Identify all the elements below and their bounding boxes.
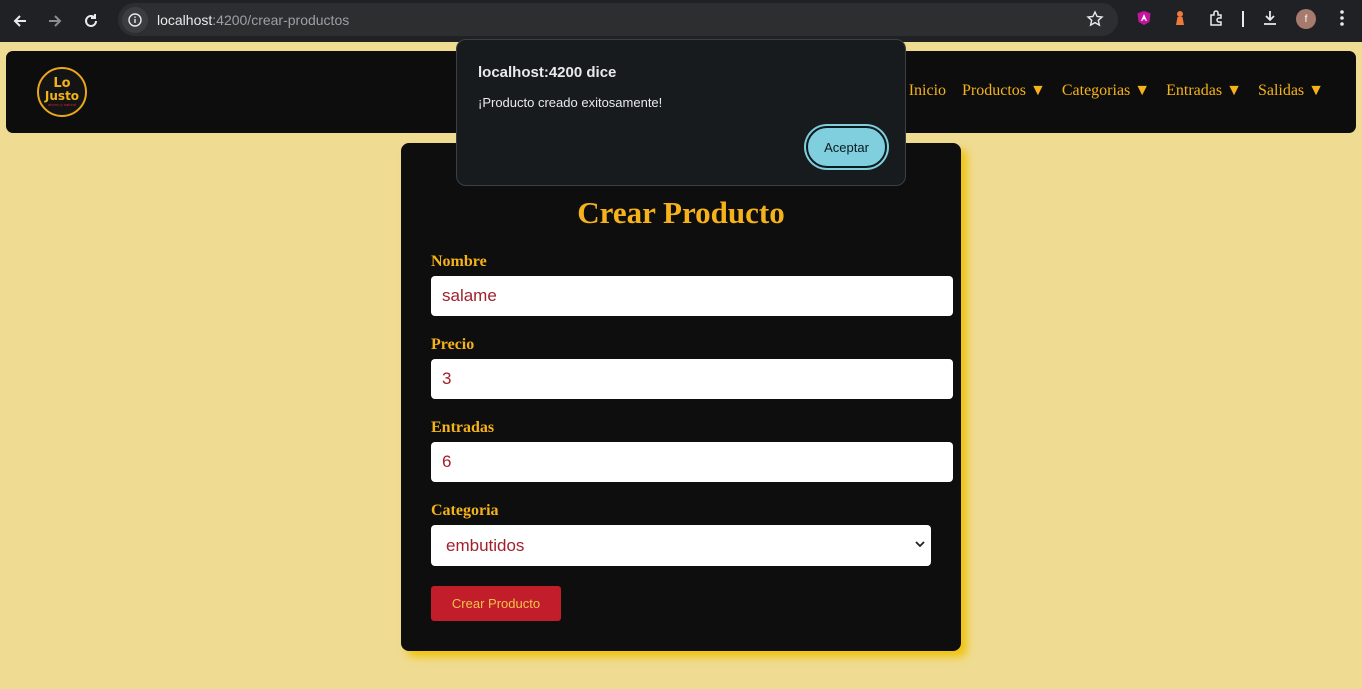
more-menu-icon[interactable] [1331,7,1353,29]
nav-item-inicio[interactable]: Inicio [909,82,946,100]
alert-dialog: localhost:4200 dice ¡Producto creado exi… [456,39,906,186]
nombre-input[interactable]: salame [431,276,953,316]
site-info-icon[interactable] [122,6,148,33]
categoria-select[interactable]: embutidos [431,525,931,566]
page-title: Crear Producto [577,195,785,230]
angular-extension-icon[interactable] [1133,7,1155,29]
dialog-title: localhost:4200 dice [478,64,617,81]
entradas-input[interactable]: 6 [431,442,953,482]
precio-input[interactable]: 3 [431,359,953,399]
toolbar-separator [1242,11,1244,27]
create-product-button[interactable]: Crear Producto [431,586,561,621]
categoria-selected-value: embutidos [446,535,525,555]
chevron-down-icon [915,539,925,551]
forward-arrow-icon[interactable] [37,3,73,39]
profile-avatar[interactable]: f [1296,9,1316,29]
create-product-card: Crear Producto Nombre salame Precio 3 En… [401,143,961,651]
downloads-icon[interactable] [1259,7,1281,29]
nav-item-entradas[interactable]: Entradas ▼ [1166,82,1242,100]
nav-menu: Inicio Productos ▼ Categorias ▼ Entradas… [909,82,1324,100]
back-arrow-icon[interactable] [2,3,38,39]
dialog-message: ¡Producto creado exitosamente! [478,95,663,110]
browser-toolbar: localhost:4200/crear-productos f [0,0,1362,42]
url-text: localhost:4200/crear-productos [157,11,350,28]
nombre-label: Nombre [431,253,487,270]
extension-icon[interactable] [1206,7,1228,29]
precio-label: Precio [431,336,475,353]
accept-button[interactable]: Aceptar [806,126,887,168]
nav-item-categorias[interactable]: Categorias ▼ [1062,82,1150,100]
categoria-label: Categoria [431,502,499,519]
nav-item-salidas[interactable]: Salidas ▼ [1258,82,1324,100]
pawn-extension-icon[interactable] [1169,7,1191,29]
bookmark-star-icon[interactable] [1086,10,1104,33]
nav-item-productos[interactable]: Productos ▼ [962,82,1046,100]
reload-icon[interactable] [73,3,109,39]
address-bar[interactable]: localhost:4200/crear-productos [118,3,1118,36]
entradas-label: Entradas [431,419,495,436]
brand-logo[interactable]: Lo Justo ahorro y natural [37,67,87,117]
